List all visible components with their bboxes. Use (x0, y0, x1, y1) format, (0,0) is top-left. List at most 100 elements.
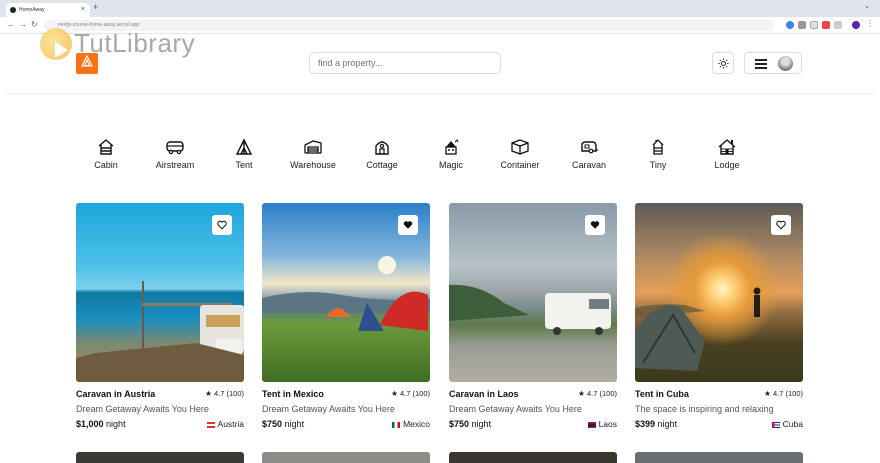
category-label: Warehouse (290, 160, 336, 170)
property-price: $750 night (262, 419, 305, 429)
extension-icon[interactable] (822, 21, 830, 29)
category-label: Airstream (155, 160, 195, 170)
tab-title: HomeAway (19, 7, 45, 13)
browser-menu-icon[interactable]: ⋮ (866, 19, 874, 28)
property-price: $399 night (635, 419, 678, 429)
tent-logo-icon (81, 54, 93, 67)
menu-icon (755, 59, 767, 71)
property-image[interactable] (635, 203, 803, 382)
warehouse-icon (304, 140, 322, 154)
property-price: $1,000 night (76, 419, 126, 429)
property-rating: ★ 4.7 (100) (205, 389, 244, 398)
heart-outline-icon (776, 220, 786, 230)
search-input[interactable] (309, 52, 501, 74)
category-label: Tiny (649, 160, 667, 170)
extension-icon[interactable] (810, 21, 818, 29)
property-card-partial[interactable] (635, 452, 803, 463)
property-card-partial[interactable] (262, 452, 430, 463)
category-tent[interactable]: Tent (214, 138, 274, 170)
property-image[interactable] (262, 203, 430, 382)
avatar (778, 56, 793, 71)
user-menu-button[interactable] (744, 52, 802, 74)
property-price: $750 night (449, 419, 492, 429)
caravan-icon (581, 141, 598, 154)
favorite-button[interactable] (585, 215, 605, 235)
extension-icon[interactable] (786, 21, 794, 29)
property-title: Tent in Cuba (635, 389, 689, 399)
property-image[interactable] (76, 203, 244, 382)
category-label: Lodge (714, 160, 740, 170)
watermark: TutLibrary (36, 22, 206, 66)
heart-filled-icon (403, 221, 413, 229)
favorite-button[interactable] (212, 215, 232, 235)
magic-icon (445, 139, 459, 155)
heart-outline-icon (217, 220, 227, 230)
austria-flag-icon (206, 421, 215, 428)
property-country: Laos (587, 419, 617, 429)
property-image[interactable] (449, 203, 617, 382)
category-label: Caravan (571, 160, 607, 170)
close-tab-icon[interactable]: × (81, 3, 85, 17)
tab-list-chevron-icon[interactable]: ⌄ (864, 2, 870, 10)
property-tagline: The space is inspiring and relaxing (635, 404, 774, 414)
tab-favicon-icon (10, 7, 16, 13)
category-label: Container (500, 160, 540, 170)
back-icon[interactable]: ← (7, 20, 15, 29)
watermark-play-icon (40, 28, 72, 60)
category-list: Cabin Airstream Tent Warehouse Cottage M… (82, 138, 812, 174)
property-card[interactable]: Tent in Mexico ★ 4.7 (100) Dream Getaway… (262, 203, 430, 433)
category-cottage[interactable]: Cottage (352, 138, 412, 170)
favorite-button[interactable] (398, 215, 418, 235)
property-title: Caravan in Laos (449, 389, 519, 399)
cabin-icon (98, 139, 114, 155)
sun-icon (717, 57, 729, 69)
category-label: Magic (438, 160, 463, 170)
category-cabin[interactable]: Cabin (76, 138, 136, 170)
browser-tab[interactable]: HomeAway × (6, 3, 90, 17)
extension-icon[interactable] (798, 21, 806, 29)
category-label: Cottage (366, 160, 398, 170)
property-card[interactable]: Caravan in Laos ★ 4.7 (100) Dream Getawa… (449, 203, 617, 433)
tiny-icon (652, 139, 664, 155)
heart-filled-icon (590, 221, 600, 229)
category-lodge[interactable]: Lodge (697, 138, 757, 170)
property-country: Cuba (771, 419, 803, 429)
theme-toggle-button[interactable] (712, 52, 734, 74)
lodge-icon (718, 139, 736, 155)
category-label: Cabin (94, 160, 118, 170)
category-tiny[interactable]: Tiny (628, 138, 688, 170)
extensions-puzzle-icon[interactable] (834, 21, 842, 29)
category-warehouse[interactable]: Warehouse (283, 138, 343, 170)
category-magic[interactable]: Magic (421, 138, 481, 170)
favorite-button[interactable] (771, 215, 791, 235)
property-card[interactable]: Tent in Cuba ★ 4.7 (100) The space is in… (635, 203, 803, 433)
property-card-partial[interactable] (76, 452, 244, 463)
property-country: Austria (206, 419, 244, 429)
profile-icon[interactable] (852, 21, 860, 29)
property-tagline: Dream Getaway Awaits You Here (449, 404, 582, 414)
forward-icon[interactable]: → (19, 20, 27, 29)
property-title: Caravan in Austria (76, 389, 156, 399)
cottage-icon (375, 141, 389, 155)
laos-flag-icon (587, 421, 596, 428)
property-card-partial[interactable] (449, 452, 617, 463)
property-rating: ★ 4.7 (100) (764, 389, 803, 398)
browser-tab-strip: HomeAway × + ⌄ (0, 0, 880, 17)
airstream-icon (166, 141, 184, 155)
category-caravan[interactable]: Caravan (559, 138, 619, 170)
logo-button[interactable] (76, 53, 98, 74)
property-tagline: Dream Getaway Awaits You Here (262, 404, 395, 414)
property-title: Tent in Mexico (262, 389, 324, 399)
mexico-flag-icon (392, 421, 401, 428)
property-rating: ★ 4.7 (100) (391, 389, 430, 398)
property-card[interactable]: Caravan in Austria ★ 4.7 (100) Dream Get… (76, 203, 244, 433)
tent-icon (235, 138, 253, 155)
container-icon (511, 139, 529, 155)
category-container[interactable]: Container (490, 138, 550, 170)
new-tab-icon[interactable]: + (93, 2, 98, 12)
category-label: Tent (235, 160, 253, 170)
cuba-flag-icon (771, 421, 780, 428)
category-airstream[interactable]: Airstream (145, 138, 205, 170)
property-tagline: Dream Getaway Awaits You Here (76, 404, 209, 414)
header-divider (5, 93, 875, 94)
